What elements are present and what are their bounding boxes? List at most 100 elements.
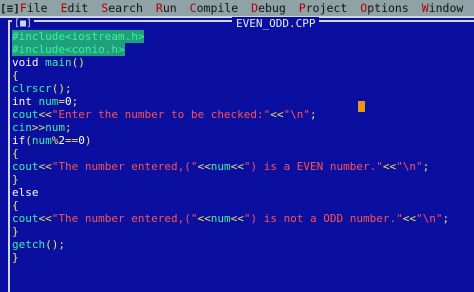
var-num: num bbox=[210, 212, 231, 225]
code-line: { bbox=[12, 147, 449, 160]
menu-run-hotkey: R bbox=[155, 1, 163, 15]
cin: cin bbox=[12, 121, 32, 134]
string-literal: ") is a EVEN number." bbox=[243, 160, 383, 173]
menu-edit[interactable]: Edit bbox=[61, 1, 89, 15]
code-line: cout<<"The number entered,("<<num<<") is… bbox=[12, 160, 449, 173]
menu-project-hotkey: P bbox=[298, 1, 306, 15]
operator: << bbox=[230, 160, 244, 173]
code-line: #include<conio.h> bbox=[12, 43, 449, 56]
operator: << bbox=[38, 108, 52, 121]
code-line: cout<<"Enter the number to be checked:"<… bbox=[12, 108, 449, 121]
operator: << bbox=[38, 160, 52, 173]
string-literal: "Enter the number to be checked:" bbox=[51, 108, 271, 121]
code-line: int num=0; bbox=[12, 95, 449, 108]
menu-options[interactable]: Options bbox=[360, 1, 408, 15]
cout: cout bbox=[12, 212, 39, 225]
var-num: num bbox=[210, 160, 231, 173]
cout: cout bbox=[12, 108, 39, 121]
operator: << bbox=[38, 212, 52, 225]
menu-window[interactable]: Window bbox=[422, 1, 464, 15]
keyword-if: if bbox=[12, 134, 26, 147]
menu-run[interactable]: Run bbox=[156, 1, 177, 15]
paren: ) bbox=[84, 134, 92, 147]
menu-edit-hotkey: E bbox=[60, 1, 68, 15]
menu-window-label: indow bbox=[428, 1, 464, 15]
code-line: } bbox=[12, 173, 449, 186]
menu-project-label: roject bbox=[305, 1, 348, 15]
string-literal: "The number entered,(" bbox=[51, 212, 198, 225]
code-line: { bbox=[12, 199, 449, 212]
function-main: main bbox=[45, 56, 72, 69]
call-parens: (); bbox=[45, 238, 65, 251]
var-num: num bbox=[38, 95, 59, 108]
operator: << bbox=[270, 108, 284, 121]
menu-bar: [≡] File Edit Search Run Compile Debug P… bbox=[0, 0, 474, 16]
close-box-button[interactable]: [■] bbox=[12, 18, 35, 29]
keyword-int: int bbox=[12, 95, 39, 108]
string-literal: "The number entered,(" bbox=[51, 160, 198, 173]
operator: << bbox=[230, 212, 244, 225]
menu-compile-hotkey: C bbox=[189, 1, 197, 15]
include-conio: #include<conio.h> bbox=[12, 43, 125, 56]
semicolon: ; bbox=[422, 160, 430, 173]
call-parens: (); bbox=[51, 82, 72, 95]
include-iostream: #include<iostream.h> bbox=[12, 30, 145, 43]
code-line: #include<iostream.h> bbox=[12, 30, 449, 43]
semicolon: ; bbox=[442, 212, 450, 225]
string-newline: "\n" bbox=[396, 160, 423, 173]
call-getch: getch bbox=[12, 238, 46, 251]
paren: ( bbox=[25, 134, 32, 147]
menu-file-label: ile bbox=[26, 1, 48, 15]
literal-zero: 0 bbox=[78, 134, 85, 147]
string-newline: "\n" bbox=[283, 108, 311, 121]
cout: cout bbox=[12, 160, 39, 173]
menu-file-hotkey: F bbox=[19, 1, 27, 15]
keyword-else: else bbox=[12, 186, 39, 199]
code-line: else bbox=[12, 186, 449, 199]
menu-run-label: un bbox=[162, 1, 177, 15]
keyword-void: void bbox=[12, 56, 46, 69]
semicolon: ; bbox=[310, 108, 317, 121]
operator: << bbox=[382, 160, 397, 173]
string-newline: "\n" bbox=[416, 212, 443, 225]
code-line: { bbox=[12, 69, 449, 82]
code-line: getch(); bbox=[12, 238, 449, 251]
parens: () bbox=[71, 56, 85, 69]
brace-open: { bbox=[12, 199, 19, 212]
literal-two: 2 bbox=[58, 134, 65, 147]
semicolon: ; bbox=[71, 95, 79, 108]
operator: == bbox=[65, 134, 79, 147]
var-num: num bbox=[45, 121, 65, 134]
editor-window[interactable]: [■] EVEN_ODD.CPP #include<iostream.h> #i… bbox=[0, 16, 474, 292]
brace-close: } bbox=[12, 225, 19, 238]
menu-search[interactable]: Search bbox=[101, 1, 143, 15]
menu-edit-label: dit bbox=[67, 1, 89, 15]
window-title: EVEN_ODD.CPP bbox=[232, 17, 320, 30]
operator: << bbox=[402, 212, 417, 225]
code-area[interactable]: #include<iostream.h> #include<conio.h> v… bbox=[12, 30, 449, 264]
string-literal: ") is not a ODD number." bbox=[243, 212, 403, 225]
code-line: } bbox=[12, 225, 449, 238]
menu-debug[interactable]: Debug bbox=[251, 1, 286, 15]
literal-zero: 0 bbox=[65, 95, 72, 108]
menu-compile[interactable]: Compile bbox=[190, 1, 238, 15]
call-clrscr: clrscr bbox=[12, 82, 52, 95]
code-line: cin>>num; bbox=[12, 121, 449, 134]
system-menu[interactable]: [≡] bbox=[0, 2, 20, 15]
brace-close: } bbox=[12, 251, 19, 264]
menu-compile-label: ompile bbox=[196, 1, 239, 15]
code-line: clrscr(); bbox=[12, 82, 449, 95]
var-num: num bbox=[31, 134, 52, 147]
menu-options-label: ptions bbox=[367, 1, 409, 15]
operator: << bbox=[197, 160, 211, 173]
brace-close: } bbox=[12, 173, 19, 186]
menu-project[interactable]: Project bbox=[299, 1, 347, 15]
code-line: if(num%2==0) bbox=[12, 134, 449, 147]
brace-open: { bbox=[12, 147, 19, 160]
brace-open: { bbox=[12, 69, 19, 82]
menu-file[interactable]: File bbox=[20, 1, 48, 15]
menu-search-label: earch bbox=[108, 1, 143, 15]
window-frame-left bbox=[8, 22, 10, 292]
menu-debug-label: ebug bbox=[258, 1, 286, 15]
text-cursor bbox=[358, 101, 365, 112]
